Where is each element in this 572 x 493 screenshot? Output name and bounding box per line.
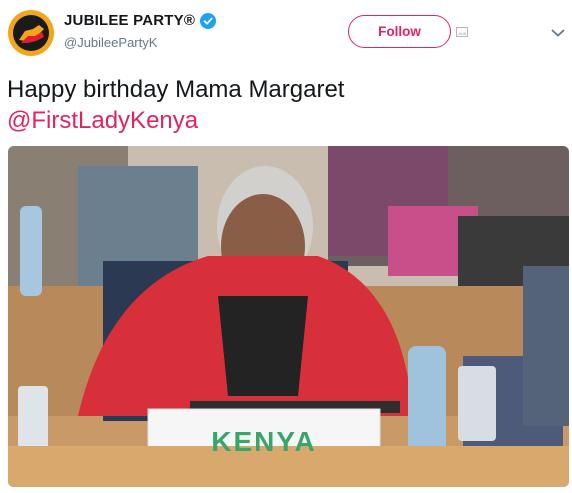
verified-badge-icon <box>200 12 217 29</box>
display-name[interactable]: JUBILEE PARTY® <box>64 12 195 29</box>
jubilee-handshake-logo-icon <box>19 25 44 43</box>
tweet-text: Happy birthday Mama Margaret @FirstLadyK… <box>7 74 344 136</box>
follow-button[interactable]: Follow <box>348 15 451 48</box>
image-icon <box>456 27 468 37</box>
table-sign-text: KENYA <box>211 425 317 457</box>
tweet-body: Happy birthday Mama Margaret <box>7 76 345 103</box>
user-handle[interactable]: @JubileePartyK <box>64 35 157 50</box>
avatar[interactable] <box>8 10 54 56</box>
chevron-down-icon[interactable] <box>551 28 565 38</box>
mention-link[interactable]: @FirstLadyKenya <box>7 105 344 136</box>
